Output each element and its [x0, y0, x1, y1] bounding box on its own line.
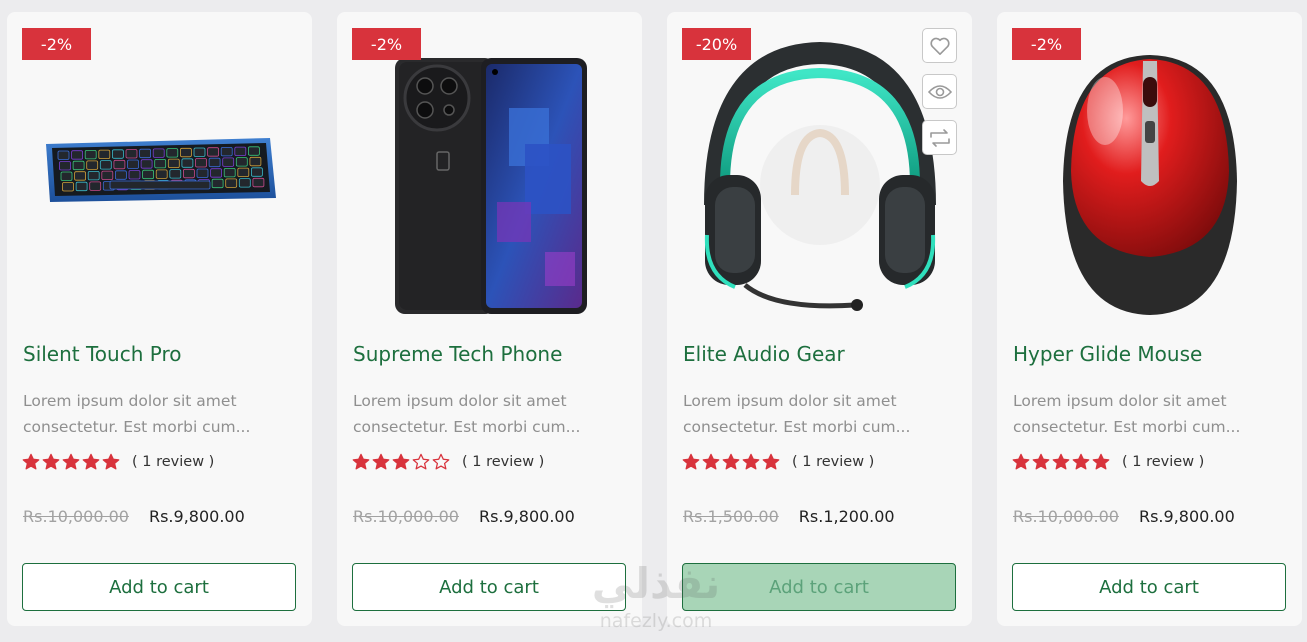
- quick-actions: [922, 28, 957, 155]
- compare-button[interactable]: [922, 120, 957, 155]
- product-card[interactable]: -20% Elite Audio Gear Lorem ipsum dolor …: [667, 12, 972, 626]
- star-filled-icon: [352, 453, 370, 470]
- compare-icon: [929, 128, 950, 147]
- mouse-illustration: [1062, 55, 1237, 315]
- star-empty-icon: [412, 453, 430, 470]
- heart-icon: [929, 37, 950, 55]
- price-block: Rs.10,000.00 Rs.9,800.00: [23, 507, 245, 526]
- discount-badge: -2%: [352, 28, 421, 60]
- review-count[interactable]: ( 1 review ): [792, 454, 874, 470]
- headphones-illustration: [703, 41, 936, 311]
- product-description: Lorem ipsum dolor sit amet consectetur. …: [23, 388, 285, 440]
- star-filled-icon: [62, 453, 80, 470]
- star-rating: [682, 453, 780, 471]
- sale-price: Rs.1,200.00: [798, 507, 895, 526]
- star-filled-icon: [1072, 453, 1090, 470]
- review-count[interactable]: ( 1 review ): [462, 454, 544, 470]
- star-rating: [1012, 453, 1110, 471]
- star-filled-icon: [22, 453, 40, 470]
- add-to-cart-button[interactable]: Add to cart: [682, 563, 956, 611]
- original-price: Rs.10,000.00: [23, 507, 129, 526]
- description-line: consectetur. Est morbi cum...: [353, 418, 581, 436]
- description-line: Lorem ipsum dolor sit amet: [1013, 392, 1227, 410]
- star-filled-icon: [682, 453, 700, 470]
- star-filled-icon: [1092, 453, 1110, 470]
- product-description: Lorem ipsum dolor sit amet consectetur. …: [1013, 388, 1275, 440]
- phone-illustration: [394, 58, 587, 314]
- rating: ( 1 review ): [352, 453, 544, 471]
- product-title[interactable]: Silent Touch Pro: [23, 342, 181, 366]
- discount-badge: -2%: [1012, 28, 1081, 60]
- sale-price: Rs.9,800.00: [1138, 507, 1235, 526]
- star-rating: [22, 453, 120, 471]
- star-filled-icon: [82, 453, 100, 470]
- original-price: Rs.1,500.00: [683, 507, 779, 526]
- description-line: Lorem ipsum dolor sit amet: [23, 392, 237, 410]
- star-filled-icon: [392, 453, 410, 470]
- product-title[interactable]: Supreme Tech Phone: [353, 342, 562, 366]
- product-description: Lorem ipsum dolor sit amet consectetur. …: [683, 388, 945, 440]
- price-block: Rs.10,000.00 Rs.9,800.00: [353, 507, 575, 526]
- rating: ( 1 review ): [682, 453, 874, 471]
- product-card[interactable]: -2% Hyper Glide Mouse Lorem ipsum dolor …: [997, 12, 1302, 626]
- product-card[interactable]: -2% Supreme Tech Phone Lorem ipsum dolor…: [337, 12, 642, 626]
- original-price: Rs.10,000.00: [1013, 507, 1119, 526]
- product-card[interactable]: -2% Silent Touch Pro Lorem ipsum dolor s…: [7, 12, 312, 626]
- add-to-cart-button[interactable]: Add to cart: [22, 563, 296, 611]
- star-filled-icon: [372, 453, 390, 470]
- star-filled-icon: [1012, 453, 1030, 470]
- product-description: Lorem ipsum dolor sit amet consectetur. …: [353, 388, 615, 440]
- discount-badge: -20%: [682, 28, 751, 60]
- review-count[interactable]: ( 1 review ): [1122, 454, 1204, 470]
- price-block: Rs.10,000.00 Rs.9,800.00: [1013, 507, 1235, 526]
- add-to-cart-button[interactable]: Add to cart: [352, 563, 626, 611]
- star-filled-icon: [42, 453, 60, 470]
- star-filled-icon: [742, 453, 760, 470]
- keyboard-illustration: [45, 138, 276, 202]
- sale-price: Rs.9,800.00: [148, 507, 245, 526]
- star-filled-icon: [762, 453, 780, 470]
- rating: ( 1 review ): [22, 453, 214, 471]
- star-filled-icon: [1052, 453, 1070, 470]
- description-line: consectetur. Est morbi cum...: [683, 418, 911, 436]
- star-empty-icon: [432, 453, 450, 470]
- description-line: consectetur. Est morbi cum...: [1013, 418, 1241, 436]
- add-to-cart-button[interactable]: Add to cart: [1012, 563, 1286, 611]
- product-grid: -2% Silent Touch Pro Lorem ipsum dolor s…: [7, 12, 1302, 626]
- star-filled-icon: [1032, 453, 1050, 470]
- description-line: consectetur. Est morbi cum...: [23, 418, 251, 436]
- star-filled-icon: [722, 453, 740, 470]
- keyboard-image[interactable]: [7, 12, 312, 332]
- review-count[interactable]: ( 1 review ): [132, 454, 214, 470]
- price-block: Rs.1,500.00 Rs.1,200.00: [683, 507, 895, 526]
- product-title[interactable]: Hyper Glide Mouse: [1013, 342, 1202, 366]
- star-rating: [352, 453, 450, 471]
- discount-badge: -2%: [22, 28, 91, 60]
- product-title[interactable]: Elite Audio Gear: [683, 342, 845, 366]
- star-filled-icon: [102, 453, 120, 470]
- rating: ( 1 review ): [1012, 453, 1204, 471]
- wishlist-button[interactable]: [922, 28, 957, 63]
- mouse-image[interactable]: [997, 12, 1302, 332]
- eye-icon: [927, 84, 952, 99]
- original-price: Rs.10,000.00: [353, 507, 459, 526]
- sale-price: Rs.9,800.00: [478, 507, 575, 526]
- quick-view-button[interactable]: [922, 74, 957, 109]
- description-line: Lorem ipsum dolor sit amet: [353, 392, 567, 410]
- star-filled-icon: [702, 453, 720, 470]
- phone-image[interactable]: [337, 12, 642, 332]
- description-line: Lorem ipsum dolor sit amet: [683, 392, 897, 410]
